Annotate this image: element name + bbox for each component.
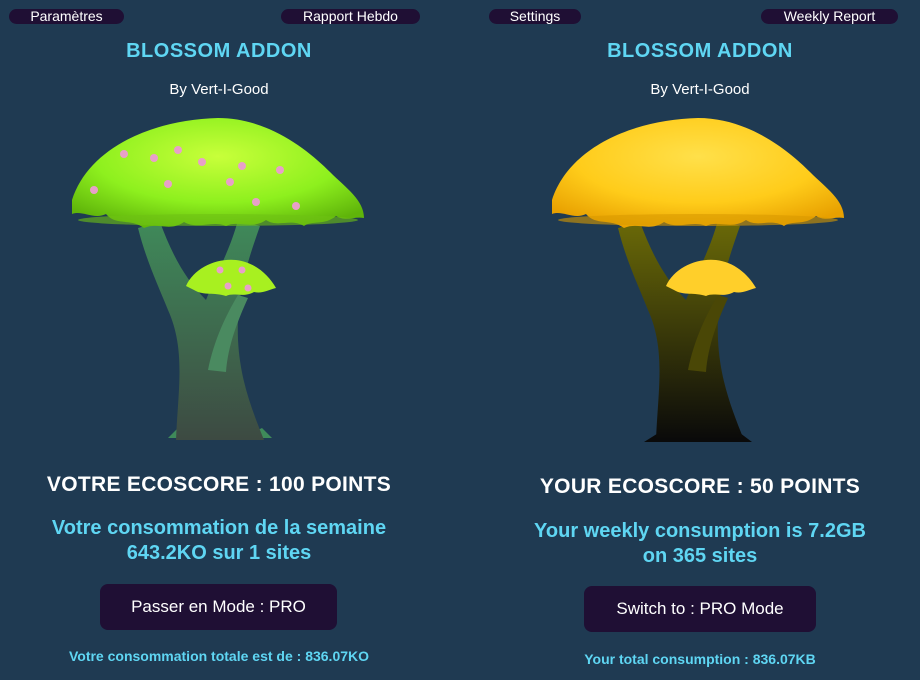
app-title: BLOSSOM ADDON [607,40,793,62]
weekly-consumption: Your weekly consumption is 7.2GB on 365 … [460,519,920,569]
ecoscore-label: YOUR ECOSCORE : 50 POINTS [539,475,861,498]
pro-mode-button[interactable]: Passer en Mode : PRO [100,584,337,630]
app-title: BLOSSOM ADDON [126,40,312,62]
mushroom-green-icon [72,118,364,440]
pro-mode-button[interactable]: Switch to : PRO Mode [584,586,816,632]
total-consumption: Votre consommation totale est de : 836.0… [68,648,370,664]
right-panel: Settings Weekly Report BLOSSOM ADDON By … [460,0,920,680]
mushroom-yellow-icon [552,118,844,442]
weekly-report-button[interactable]: Weekly Report [761,9,898,24]
left-panel: Paramètres Rapport Hebdo BLOSSOM ADDON B… [0,0,460,680]
weekly-report-button[interactable]: Rapport Hebdo [281,9,420,24]
ecoscore-label: VOTRE ECOSCORE : 100 POINTS [46,473,392,496]
total-consumption: Your total consumption : 836.07KB [584,651,816,667]
weekly-consumption: Votre consommation de la semaine 643.2KO… [0,516,438,566]
weekly-consumption-line2: on 365 sites [642,545,758,567]
weekly-consumption-line2: 643.2KO sur 1 sites [126,542,312,564]
weekly-consumption-line1: Your weekly consumption is 7.2GB [534,520,866,542]
author-byline: By Vert-I-Good [650,81,750,98]
settings-button[interactable]: Paramètres [9,9,124,24]
author-byline: By Vert-I-Good [169,81,269,98]
weekly-consumption-line1: Votre consommation de la semaine [51,517,387,539]
settings-button[interactable]: Settings [489,9,581,24]
